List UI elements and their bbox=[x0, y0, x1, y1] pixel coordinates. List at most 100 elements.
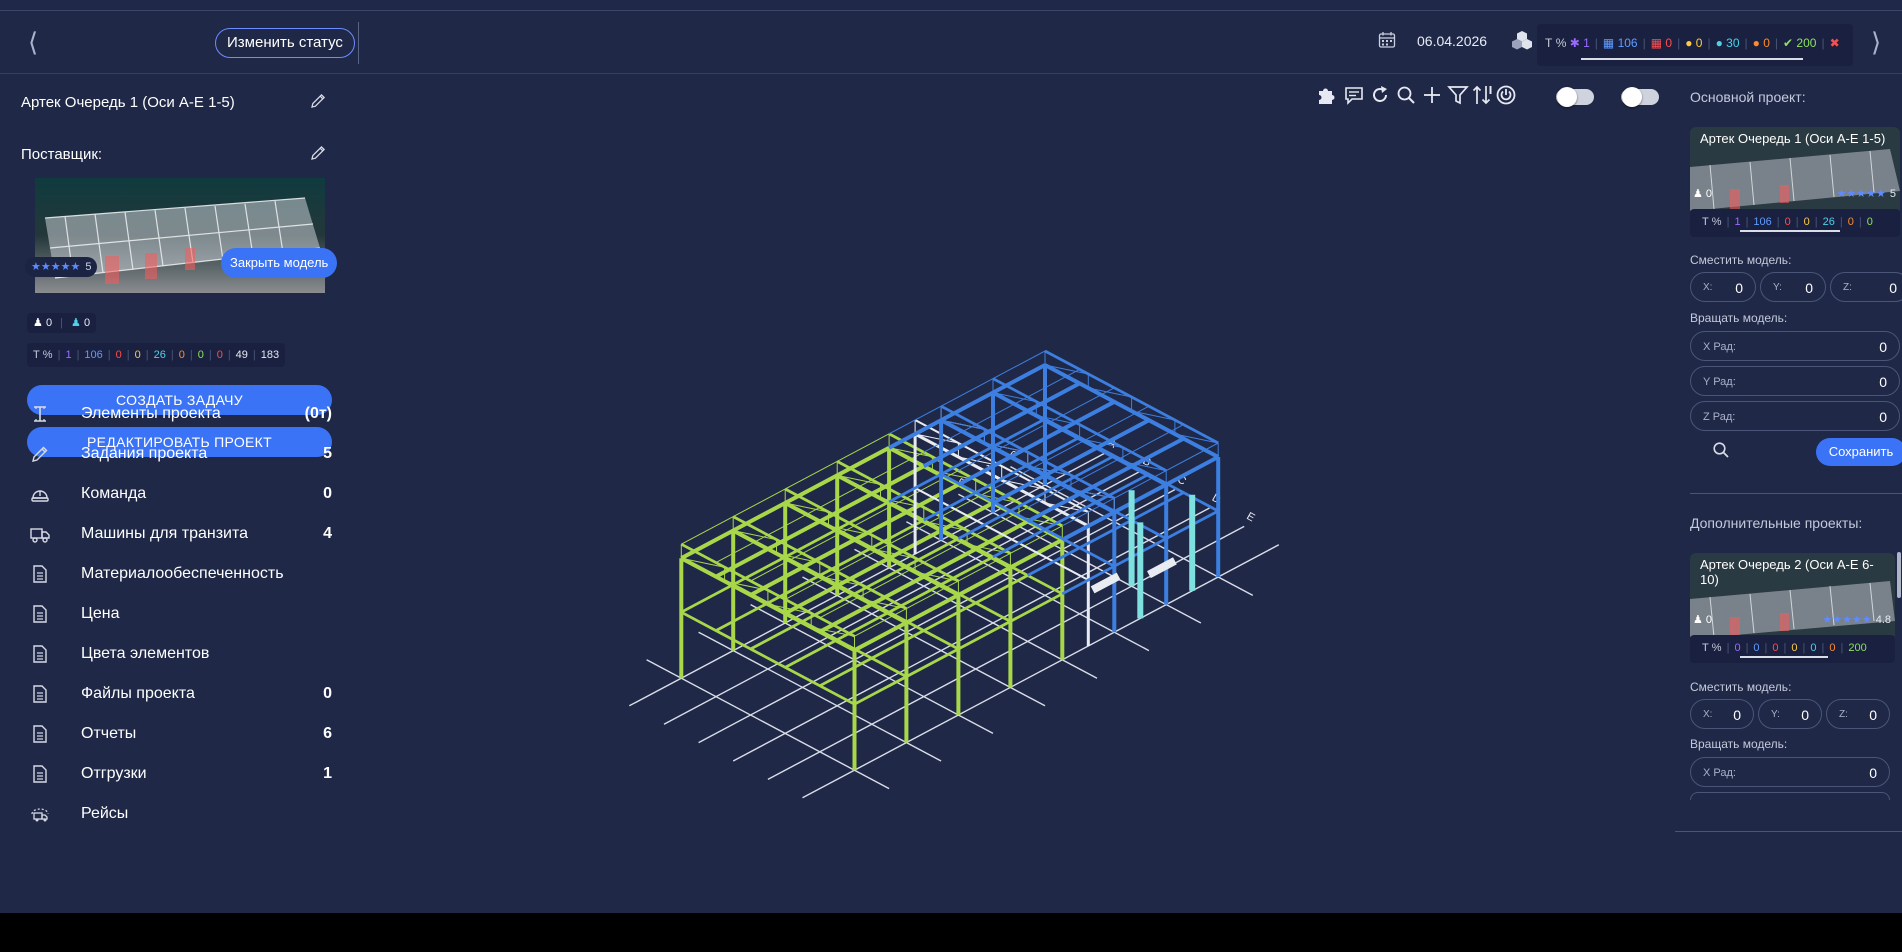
sidebar-item[interactable]: Материалообеспеченность bbox=[0, 554, 345, 594]
stat-separator: | bbox=[208, 349, 212, 361]
sidebar-item[interactable]: Машины для транзита 4 bbox=[0, 514, 345, 554]
rotate-x-input[interactable]: X Рад: 0 bbox=[1690, 331, 1900, 361]
extra-project-rating: ★★★★★ 4.8 bbox=[1822, 614, 1891, 626]
model-viewer[interactable]: АВСDЕ015 bbox=[345, 75, 1675, 913]
rotate-z-input[interactable]: Z Рад: 0 bbox=[1690, 401, 1900, 431]
main-stat: 26 bbox=[1822, 216, 1835, 228]
stat-separator: | bbox=[1783, 642, 1787, 654]
header-stat: ▦ 0 bbox=[1650, 36, 1673, 50]
header-stat: ● 30 bbox=[1715, 36, 1740, 50]
stat-separator: | bbox=[1776, 216, 1780, 228]
forward-chevron-icon[interactable]: ⟩ bbox=[1871, 29, 1881, 55]
date-display[interactable]: 06.04.2026 bbox=[1417, 33, 1487, 49]
stat-separator: | bbox=[1802, 642, 1806, 654]
sidebar-item[interactable]: Отгрузки 1 bbox=[0, 754, 345, 794]
document-icon bbox=[33, 605, 47, 623]
main-stats-progress bbox=[1740, 230, 1840, 232]
edit-title-pencil-icon[interactable] bbox=[309, 92, 327, 110]
filter-icon[interactable] bbox=[1447, 84, 1469, 106]
beam-icon bbox=[34, 406, 46, 422]
stat-separator: | bbox=[1726, 642, 1730, 654]
stat-separator: | bbox=[1642, 36, 1646, 50]
main-project-people: ♟ 0 bbox=[1693, 188, 1713, 200]
white-element bbox=[1147, 557, 1177, 579]
back-chevron-icon[interactable]: ⟨ bbox=[28, 29, 38, 55]
extra-shift-y-input[interactable]: Y: 0 bbox=[1758, 699, 1822, 729]
sidebar-item[interactable]: Цена bbox=[0, 594, 345, 634]
puzzle-icon[interactable] bbox=[1315, 84, 1337, 106]
sidebar-item[interactable]: Файлы проекта 0 bbox=[0, 674, 345, 714]
extra-project-stats: Т % | 0 | 0 | 0 | 0 | 0 | 0 | 200 bbox=[1690, 635, 1895, 663]
edit-supplier-pencil-icon[interactable] bbox=[309, 144, 327, 162]
shift-x-input[interactable]: X: 0 bbox=[1690, 272, 1756, 302]
main-stat: 106 bbox=[1753, 216, 1772, 228]
main-stat: 0 bbox=[1866, 216, 1873, 228]
status-count: 1 bbox=[65, 349, 72, 361]
extra-project-card[interactable]: Артек Очередь 2 (Оси А-Е 6-10) ♟ 0 ★★★★★… bbox=[1690, 553, 1895, 641]
extra-projects-label: Дополнительные проекты: bbox=[1690, 515, 1863, 531]
calendar-icon[interactable] bbox=[1378, 31, 1396, 49]
sidebar-item-label: Элементы проекта bbox=[81, 405, 221, 422]
toggle-knob bbox=[1622, 87, 1642, 107]
3d-model-canvas[interactable]: АВСDЕ015 bbox=[345, 75, 1675, 913]
supplier-label: Поставщик: bbox=[21, 146, 103, 163]
sidebar-item[interactable]: Рейсы bbox=[0, 794, 345, 834]
toggle-switch-1[interactable] bbox=[1556, 87, 1594, 107]
extra-rotate-x-input[interactable]: X Рад: 0 bbox=[1690, 757, 1890, 787]
sidebar-item[interactable]: Элементы проекта (0т) bbox=[0, 394, 345, 434]
project-title: Артек Очередь 1 (Оси А-Е 1-5) bbox=[21, 94, 235, 111]
rotate-y-input[interactable]: Y Рад: 0 bbox=[1690, 366, 1900, 396]
header-divider bbox=[358, 22, 359, 64]
status-count: 0 bbox=[216, 349, 223, 361]
document-icon bbox=[33, 645, 47, 663]
header-stat: ● 0 bbox=[1752, 36, 1770, 50]
rating-badge: ★★★★★ 5 bbox=[25, 257, 98, 277]
extra-stat: 0 bbox=[1772, 642, 1779, 654]
sidebar-item[interactable]: Задания проекта 5 bbox=[0, 434, 345, 474]
status-count: 183 bbox=[260, 349, 280, 361]
status-count: 49 bbox=[235, 349, 248, 361]
search-icon[interactable] bbox=[1395, 84, 1417, 106]
main-stat: 0 bbox=[1847, 216, 1854, 228]
extra-shift-z-input[interactable]: Z: 0 bbox=[1826, 699, 1890, 729]
stat-separator: | bbox=[1821, 642, 1825, 654]
extra-shift-x-input[interactable]: X: 0 bbox=[1690, 699, 1754, 729]
sidebar-item-count: (0т) bbox=[304, 405, 332, 422]
header-stat: Т bbox=[1545, 36, 1553, 50]
power-icon[interactable] bbox=[1495, 84, 1517, 106]
rotate-icon[interactable] bbox=[1369, 84, 1391, 106]
stat-separator: | bbox=[1840, 642, 1844, 654]
people-count-2: 0 bbox=[83, 317, 91, 329]
status-count: 26 bbox=[153, 349, 166, 361]
sidebar-item[interactable]: Команда 0 bbox=[0, 474, 345, 514]
truck-icon bbox=[30, 528, 50, 543]
save-button[interactable]: Сохранить bbox=[1816, 438, 1902, 466]
sidebar-item-count: 0 bbox=[323, 485, 332, 502]
header-stat: ✱ 1 bbox=[1569, 36, 1590, 50]
toggle-switch-2[interactable] bbox=[1621, 87, 1659, 107]
main-project-title: Артек Очередь 1 (Оси А-Е 1-5) bbox=[1700, 131, 1886, 146]
close-model-button[interactable]: Закрыть модель bbox=[221, 248, 338, 278]
stat-separator: | bbox=[1821, 36, 1825, 50]
sidebar-item[interactable]: Цвета элементов bbox=[0, 634, 345, 674]
search-model-icon[interactable] bbox=[1712, 441, 1730, 459]
plus-icon[interactable] bbox=[1421, 84, 1443, 106]
stat-separator: | bbox=[1774, 36, 1779, 50]
sidebar-item-label: Задания проекта bbox=[81, 445, 208, 462]
shift-z-input[interactable]: Z: 0 bbox=[1830, 272, 1902, 302]
header-stat: ● 0 bbox=[1685, 36, 1703, 50]
sort-arrows-icon[interactable] bbox=[1471, 84, 1493, 106]
main-project-card[interactable]: Артек Очередь 1 (Оси А-Е 1-5) ♟ 0 ★★★★★ 5 bbox=[1690, 127, 1900, 215]
extra-rotate-y-input[interactable] bbox=[1690, 792, 1890, 800]
extra-projects-scrollbar[interactable] bbox=[1897, 552, 1901, 598]
status-count: 0 bbox=[178, 349, 185, 361]
sidebar-item[interactable]: Отчеты 6 bbox=[0, 714, 345, 754]
header-stat: ▦ 106 bbox=[1602, 36, 1638, 50]
change-status-button[interactable]: Изменить статус bbox=[215, 28, 355, 58]
comment-icon[interactable] bbox=[1343, 84, 1365, 106]
cubes-icon[interactable] bbox=[1511, 30, 1533, 50]
shift-y-input[interactable]: Y: 0 bbox=[1760, 272, 1826, 302]
main-stat: 0 bbox=[1784, 216, 1791, 228]
extra-stat: 0 bbox=[1734, 642, 1741, 654]
extra-rotate-model-label: Вращать модель: bbox=[1690, 737, 1788, 751]
